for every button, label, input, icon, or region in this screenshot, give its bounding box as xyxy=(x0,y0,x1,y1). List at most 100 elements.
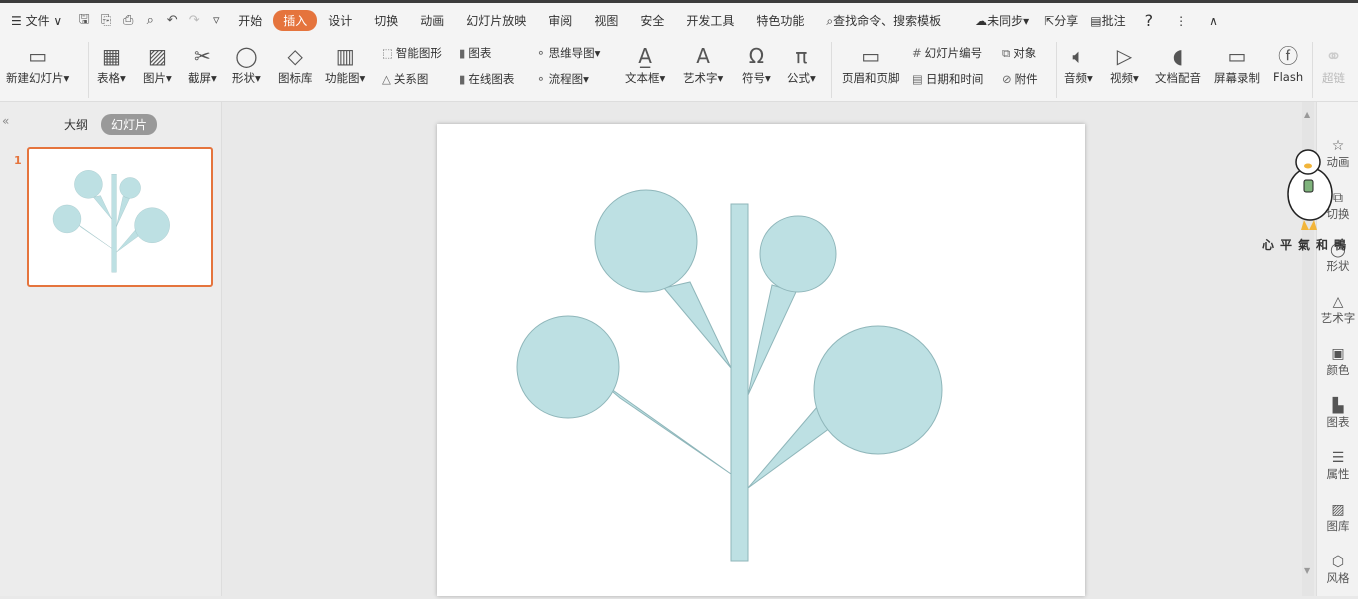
save-icon[interactable]: 🖫 xyxy=(73,10,95,32)
tab-security[interactable]: 安全 xyxy=(629,12,675,29)
tab-review[interactable]: 审阅 xyxy=(537,12,583,29)
online-chart-label: 在线图表 xyxy=(468,72,515,86)
leaf-circle-2 xyxy=(119,177,141,199)
symbol-button[interactable]: Ω 符号▾ xyxy=(742,42,771,86)
tab-outline[interactable]: 大纲 xyxy=(64,116,88,133)
export-icon[interactable]: ⎘ xyxy=(95,13,117,28)
print-icon[interactable]: ⎙ xyxy=(117,13,139,28)
new-slide-button[interactable]: ▭ 新建幻灯片▾ xyxy=(6,42,69,86)
undo-icon[interactable]: ↶ xyxy=(161,13,183,28)
icon-library-icon: ◇ xyxy=(287,44,303,68)
relation-label: 关系图 xyxy=(393,72,429,86)
flowchart-icon: ⚬ xyxy=(536,72,546,86)
video-button[interactable]: ▷ 视频▾ xyxy=(1110,42,1139,86)
tab-special[interactable]: 特色功能 xyxy=(745,12,815,29)
picture-button[interactable]: ▨ 图片▾ xyxy=(143,42,172,86)
screenshot-button[interactable]: ✂ 截屏▾ xyxy=(188,42,217,86)
hyperlink-button[interactable]: ⚭ 超链 xyxy=(1322,42,1345,86)
smart-art-button[interactable]: ⬚ 智能图形 xyxy=(382,45,442,61)
collapse-panel-icon[interactable]: « xyxy=(2,114,9,128)
leaf-circle-1[interactable] xyxy=(594,189,698,293)
relation-button[interactable]: △ 关系图 xyxy=(382,71,428,87)
textbox-button[interactable]: A̲ 文本框▾ xyxy=(625,42,665,86)
tab-transition[interactable]: 切换 xyxy=(363,12,409,29)
symbol-label: 符号 xyxy=(742,71,765,85)
branch-1[interactable] xyxy=(663,281,732,369)
collapse-ribbon-icon[interactable]: ∧ xyxy=(1198,14,1229,28)
online-chart-icon: ▮ xyxy=(459,72,466,86)
tab-design[interactable]: 设计 xyxy=(317,12,363,29)
attachment-button[interactable]: ⊘ 附件 xyxy=(1002,71,1038,87)
flash-button[interactable]: ⓕ Flash xyxy=(1273,42,1303,84)
right-item-style[interactable]: ⬡ 风格 xyxy=(1317,554,1358,586)
help-button[interactable]: ? xyxy=(1134,11,1165,30)
search-box[interactable]: ⌕查找命令、搜索模板 xyxy=(815,12,952,29)
object-button[interactable]: ⧉ 对象 xyxy=(1002,45,1036,61)
right-item-color[interactable]: ▣ 颜色 xyxy=(1317,346,1358,378)
narration-button[interactable]: ◖ 文档配音 xyxy=(1155,42,1201,86)
right-item-chart[interactable]: ▙ 图表 xyxy=(1317,398,1358,430)
leaf-circle-3[interactable] xyxy=(516,315,620,419)
flowchart-button[interactable]: ⚬ 流程图▾ xyxy=(536,71,589,87)
right-item-gallery[interactable]: ▨ 图库 xyxy=(1317,502,1358,534)
sticker-caption: 心平氣和鴨 xyxy=(1262,238,1353,252)
shape-button[interactable]: ◯ 形状▾ xyxy=(232,42,261,86)
share-button[interactable]: ⇱分享 xyxy=(1040,12,1082,29)
function-chart-button[interactable]: ▥ 功能图▾ xyxy=(325,42,365,86)
right-item-label: 风格 xyxy=(1326,571,1350,585)
more-options-icon[interactable]: ⋮ xyxy=(1164,14,1198,28)
microphone-icon: ◖ xyxy=(1172,44,1184,68)
right-item-properties[interactable]: ☰ 属性 xyxy=(1317,450,1358,482)
table-button[interactable]: ▦ 表格▾ xyxy=(97,42,126,86)
function-chart-label: 功能图 xyxy=(325,71,360,85)
online-chart-button[interactable]: ▮ 在线图表 xyxy=(459,71,514,87)
stem[interactable] xyxy=(730,203,749,562)
wordart-button[interactable]: A 艺术字▾ xyxy=(683,42,723,86)
chart-button[interactable]: ▮ 图表 xyxy=(459,45,491,61)
chart-label: 图表 xyxy=(468,46,492,60)
slide-thumbnail[interactable] xyxy=(27,147,213,287)
tab-view[interactable]: 视图 xyxy=(583,12,629,29)
slide-number-button[interactable]: # 幻灯片编号 xyxy=(912,45,982,61)
header-footer-button[interactable]: ▭ 页眉和页脚 xyxy=(842,42,900,86)
scroll-up-icon[interactable]: ▲ xyxy=(1304,110,1310,119)
comment-button[interactable]: ▤批注 xyxy=(1082,12,1133,29)
screen-record-button[interactable]: ▭ 屏幕录制 xyxy=(1214,42,1260,86)
branch-3[interactable] xyxy=(599,380,732,475)
sync-button[interactable]: ☁未同步▾ xyxy=(964,12,1040,29)
flash-icon: ⓕ xyxy=(1278,44,1299,68)
datetime-button[interactable]: ▤ 日期和时间 xyxy=(912,71,983,87)
audio-button[interactable]: 🔈︎ 音频▾ xyxy=(1064,42,1093,86)
slide-number-label: 幻灯片编号 xyxy=(924,46,983,60)
tab-slides[interactable]: 幻灯片 xyxy=(101,114,158,135)
slide-canvas[interactable] xyxy=(437,124,1085,596)
branch-4[interactable] xyxy=(747,398,831,489)
leaf-circle-2[interactable] xyxy=(759,215,837,293)
right-item-label: 艺术字 xyxy=(1320,311,1356,325)
leaf-circle-4[interactable] xyxy=(813,325,943,455)
formula-button[interactable]: π 公式▾ xyxy=(787,42,816,86)
tab-animation[interactable]: 动画 xyxy=(409,12,455,29)
duck-sticker xyxy=(1284,146,1334,234)
mind-map-button[interactable]: ⚬ 思维导图▾ xyxy=(536,45,600,61)
more-icon[interactable]: ▿ xyxy=(205,13,227,28)
tab-home[interactable]: 开始 xyxy=(227,12,273,29)
tab-insert[interactable]: 插入 xyxy=(273,10,318,31)
duck-icon xyxy=(1287,149,1333,230)
tab-developer[interactable]: 开发工具 xyxy=(675,12,745,29)
icon-library-button[interactable]: ◇ 图标库 xyxy=(278,42,313,86)
scroll-down-icon[interactable]: ▼ xyxy=(1304,566,1310,575)
right-item-wordart[interactable]: △ 艺术字 xyxy=(1317,294,1358,326)
branch-2 xyxy=(116,196,130,227)
redo-icon[interactable]: ↷ xyxy=(183,13,205,28)
screen-record-icon: ▭ xyxy=(1227,44,1247,68)
branch-4 xyxy=(116,227,140,253)
branch-2[interactable] xyxy=(747,284,797,396)
mind-map-label: 思维导图 xyxy=(548,46,595,60)
tab-slideshow[interactable]: 幻灯片放映 xyxy=(455,12,537,29)
leaf-circle-3 xyxy=(52,204,82,234)
audio-label: 音频 xyxy=(1064,71,1087,85)
file-menu[interactable]: ☰ 文件 ∨ xyxy=(0,12,73,29)
preview-icon[interactable]: ⌕ xyxy=(139,13,161,28)
flowchart-label: 流程图 xyxy=(548,72,584,86)
